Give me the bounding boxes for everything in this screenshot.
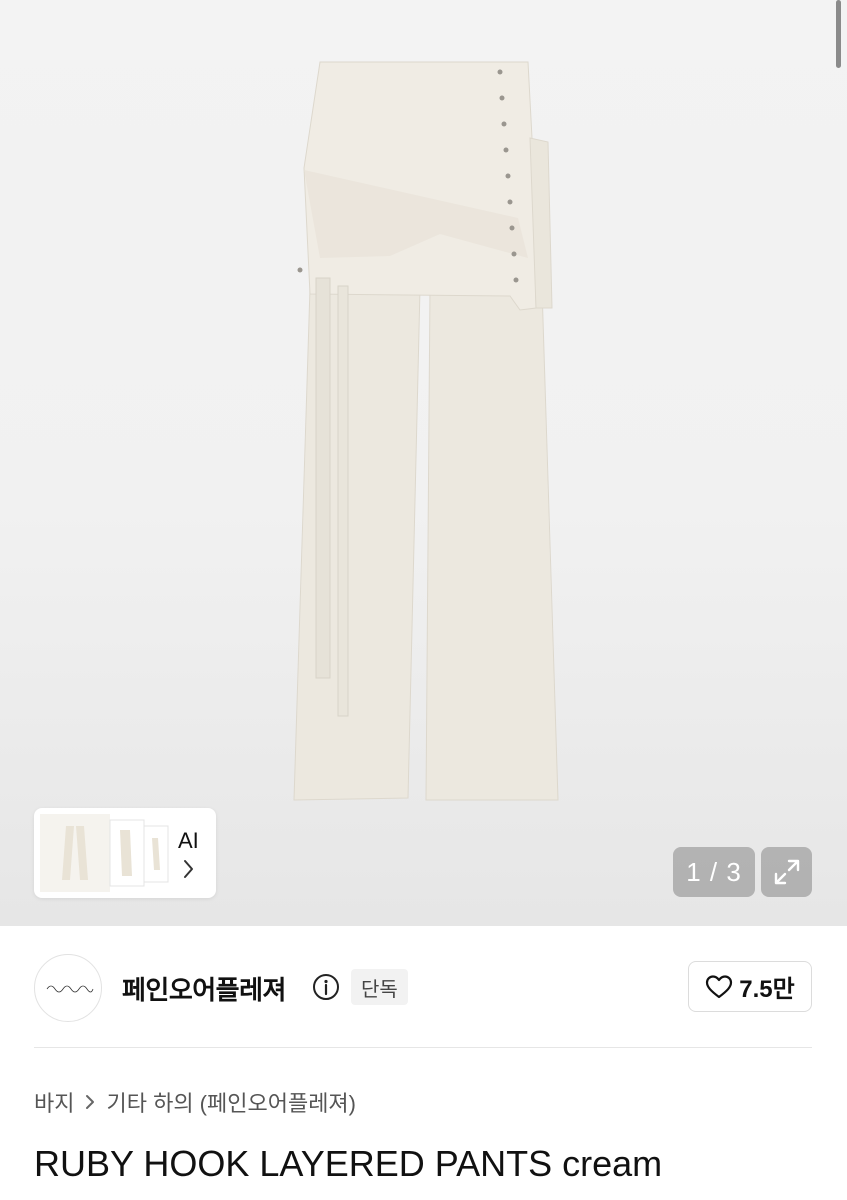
image-counter: 1 / 3 (673, 847, 755, 897)
chevron-right-icon (86, 1095, 95, 1109)
heart-outline-icon (706, 974, 733, 998)
like-count: 7.5만 (739, 976, 795, 1003)
product-photo (293, 61, 559, 801)
expand-button[interactable] (761, 847, 812, 897)
shop-avatar[interactable] (34, 954, 102, 1022)
ai-label[interactable]: AI (178, 828, 199, 854)
product-title: RUBY HOOK LAYERED PANTS cream (34, 1143, 663, 1184)
scrollbar[interactable] (836, 0, 841, 68)
divider (34, 1047, 812, 1048)
ai-thumbnail-stack (40, 814, 169, 892)
expand-arrows-icon (774, 859, 799, 885)
product-image-gallery[interactable]: AI 1 / 3 (0, 0, 847, 926)
chevron-right-icon[interactable] (182, 858, 196, 880)
shop-logo-image (46, 985, 94, 993)
like-button[interactable]: 7.5만 (688, 961, 812, 1012)
shop-name[interactable]: 페인오어플레져 (122, 970, 286, 1007)
breadcrumb: 바지 기타 하의 (페인오어플레져) (34, 1086, 356, 1118)
breadcrumb-item-subcategory[interactable]: 기타 하의 (페인오어플레져) (106, 1086, 356, 1118)
breadcrumb-item-category[interactable]: 바지 (34, 1086, 74, 1118)
info-circle-icon[interactable] (312, 973, 340, 1001)
exclusive-badge: 단독 (351, 969, 408, 1005)
